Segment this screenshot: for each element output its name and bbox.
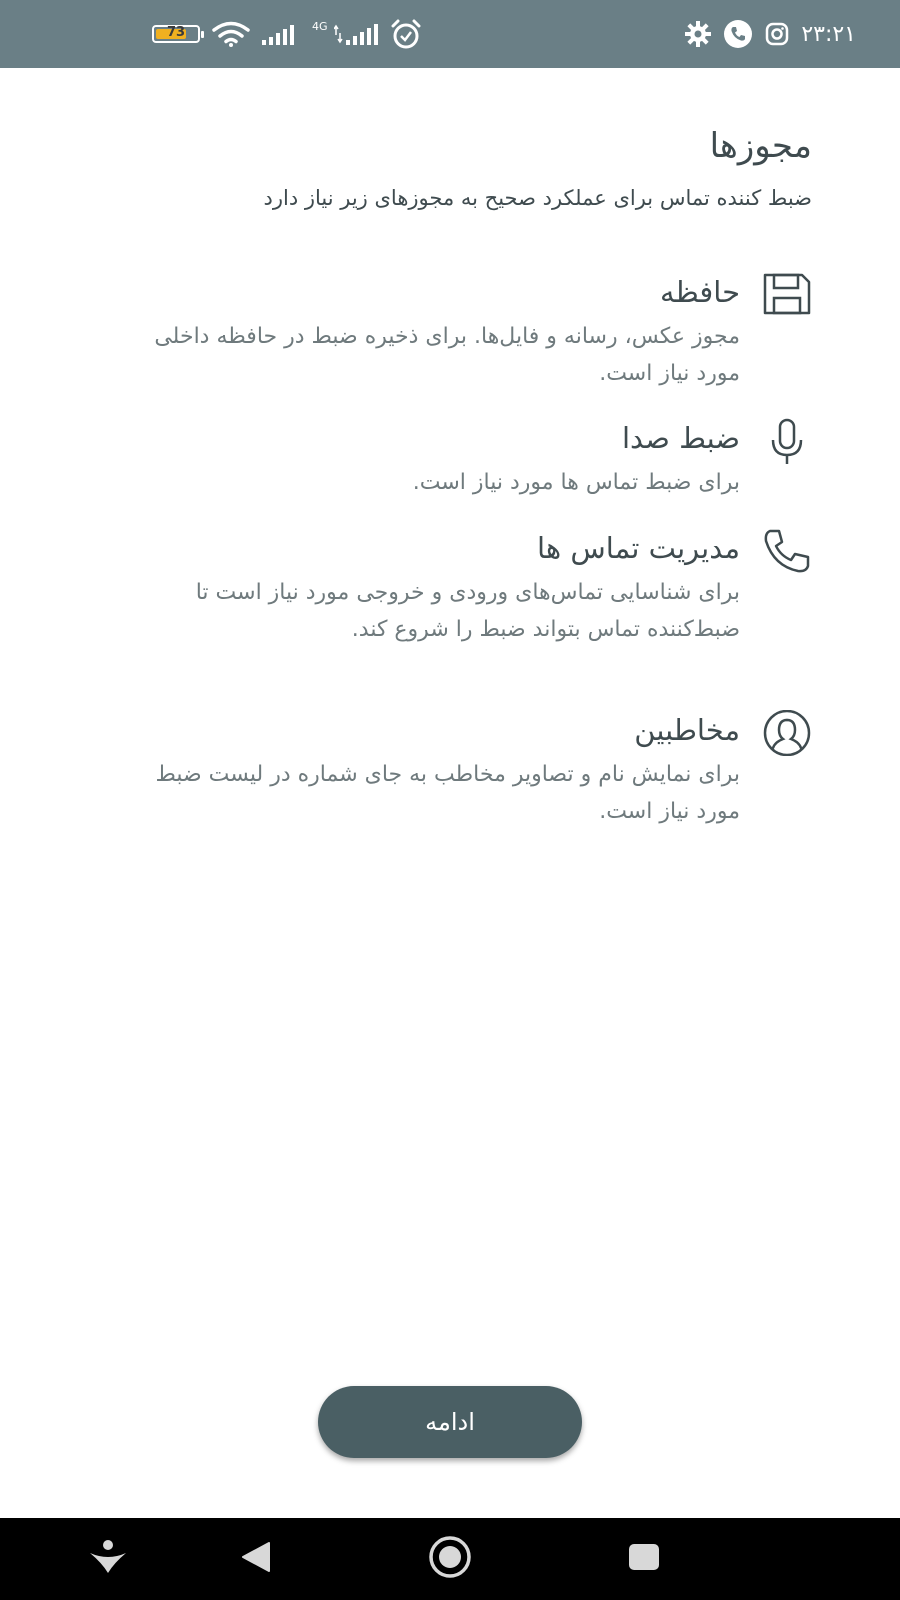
alarm-icon [390,19,422,49]
assistant-icon [88,1539,128,1579]
status-bar-left: 73 4G [152,0,422,68]
permission-title: حافظه [660,275,740,309]
wifi-icon [212,21,250,47]
recents-icon [627,1542,661,1576]
page-subtitle: ضبط کننده تماس برای عملکرد صحیح به مجوزه… [263,186,813,210]
status-bar: 73 4G ۲۳:۲۱ [0,0,900,68]
status-bar-right: ۲۳:۲۱ [685,0,856,68]
back-icon [239,1540,273,1578]
permission-description: برای شناسایی تماس‌های ورودی و خروجی مورد… [195,580,740,642]
phone-icon [762,528,812,578]
signal-icon-4g [333,23,378,45]
permission-title: ضبط صدا [621,421,740,455]
permission-title: مخاطبین [634,713,740,747]
microphone-icon [762,418,812,468]
battery-icon: 73 [152,25,204,43]
status-bar-time: ۲۳:۲۱ [801,21,856,47]
navigation-bar [0,1518,900,1600]
settings-icon [685,21,712,47]
permission-description: برای ضبط تماس ها مورد نیاز است. [412,470,740,495]
back-button[interactable] [226,1518,286,1600]
recents-button[interactable] [614,1518,674,1600]
home-button[interactable] [420,1518,480,1600]
contact-icon [762,710,812,760]
assistant-button[interactable] [78,1518,138,1600]
continue-button[interactable]: ادامه [318,1386,582,1458]
battery-level: 73 [166,25,186,40]
signal-icon [262,23,300,45]
permission-description: مجوز عکس، رسانه و فایل‌ها. برای ذخیره ضب… [154,324,740,386]
phone-call-icon [723,19,753,49]
permission-description: برای نمایش نام و تصاویر مخاطب به جای شما… [155,762,740,824]
page-title: مجوزها [709,126,812,166]
instagram-icon [765,22,789,46]
permission-title: مدیریت تماس ها [536,531,740,565]
network-type-label: 4G [312,19,328,33]
home-icon [428,1535,472,1583]
floppy-disk-icon [762,272,812,322]
